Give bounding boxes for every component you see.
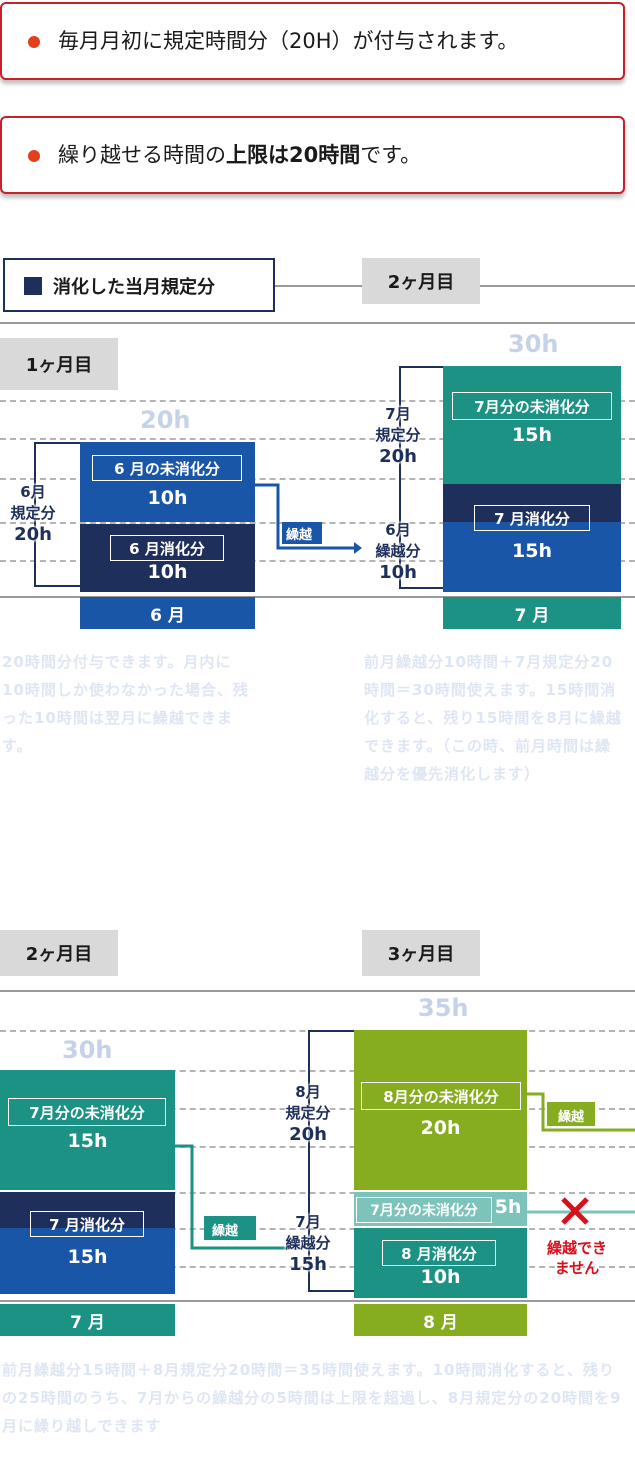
panel1-arrow-label: 繰越 bbox=[286, 528, 313, 543]
bottom-note: 前月繰越分15時間＋8月規定分20時間＝35時間使えます。10時間消化すると、残… bbox=[2, 1361, 622, 1435]
panel4-month: 8 月 bbox=[354, 1304, 527, 1336]
panel4-used-hours: 10h bbox=[420, 1266, 461, 1288]
panel4-prev-label: 7月分の未消化分 bbox=[356, 1197, 492, 1223]
panel1-carry-arrow bbox=[255, 483, 362, 554]
panel3-used-hours: 15h bbox=[67, 1246, 108, 1268]
panel2-used-label: 7 月消化分 bbox=[474, 505, 590, 531]
panel1-unused-hours: 10h bbox=[147, 487, 188, 509]
cannot-carry-text: 繰越でき ません bbox=[546, 1239, 607, 1277]
panel4-prev-hours: 5h bbox=[494, 1196, 522, 1218]
panel1-month: 6 月 bbox=[80, 597, 255, 629]
panel3-tag: 2ヶ月目 bbox=[0, 930, 118, 976]
divider bbox=[0, 322, 635, 324]
panel1-note: 20時間分付与できます。月内に10時間しか使わなかった場合、残った10時間は翌月… bbox=[2, 653, 249, 755]
bracket-tick bbox=[399, 587, 443, 589]
divider bbox=[0, 990, 635, 992]
cancel-x-icon bbox=[527, 1197, 635, 1225]
panel2-unused-label: 7月分の未消化分 bbox=[452, 392, 612, 420]
panel2-month: 7 月 bbox=[443, 597, 621, 629]
notice-text-1: 毎月月初に規定時間分（20H）が付与されます。 bbox=[58, 29, 519, 53]
panel3-unused-hours: 15h bbox=[67, 1130, 108, 1152]
notice-box-2: 繰り越せる時間の上限は20時間です。 bbox=[0, 116, 625, 194]
baseline bbox=[0, 1300, 635, 1302]
bullet-icon bbox=[28, 36, 40, 48]
panel2-tag: 2ヶ月目 bbox=[362, 258, 480, 304]
panel2-side-label-b: 6月 繰越分 10h bbox=[375, 521, 421, 583]
panel3-total: 30h bbox=[62, 1036, 113, 1064]
panel1-unused-block bbox=[80, 442, 255, 522]
panel3-month: 7 月 bbox=[0, 1304, 175, 1336]
legend-label: 消化した当月規定分 bbox=[53, 277, 215, 298]
panel3-unused-label: 7月分の未消化分 bbox=[8, 1098, 166, 1126]
panel1-total: 20h bbox=[140, 406, 191, 434]
panel4-used-label: 8 月消化分 bbox=[382, 1240, 496, 1266]
panel1-used-label: 6 月消化分 bbox=[110, 535, 224, 561]
panel4-side-label-b: 7月 繰越分 15h bbox=[285, 1213, 331, 1275]
divider bbox=[466, 285, 635, 287]
bracket-tick bbox=[34, 585, 80, 587]
panel4-tag: 3ヶ月目 bbox=[362, 930, 480, 976]
bracket-tick bbox=[34, 442, 80, 444]
panel4-total: 35h bbox=[418, 994, 469, 1022]
panel2-side-label-a: 7月 規定分 20h bbox=[375, 405, 421, 467]
panel2-used-hours: 15h bbox=[512, 540, 552, 562]
panel3-arrow-label: 繰越 bbox=[212, 1224, 239, 1239]
panel1-tag: 1ヶ月目 bbox=[0, 338, 118, 390]
panel4-arrow-label: 繰越 bbox=[558, 1110, 585, 1125]
notice-box-1: 毎月月初に規定時間分（20H）が付与されます。 bbox=[0, 2, 625, 80]
legend: 消化した当月規定分 bbox=[3, 258, 275, 312]
divider bbox=[270, 285, 370, 287]
notice-text-2: 繰り越せる時間の上限は20時間です。 bbox=[58, 143, 422, 167]
legend-swatch bbox=[24, 277, 42, 295]
bullet-icon bbox=[28, 150, 40, 162]
panel4-side-label-a: 8月 規定分 20h bbox=[285, 1083, 331, 1145]
panel4-unused-block bbox=[354, 1030, 527, 1190]
panel2-note: 前月繰越分10時間＋7月規定分20時間＝30時間使えます。15時間消化すると、残… bbox=[364, 653, 622, 783]
bracket-tick bbox=[308, 1290, 354, 1292]
panel3-used-label: 7 月消化分 bbox=[30, 1211, 144, 1237]
panel4-unused-label: 8月分の未消化分 bbox=[361, 1082, 521, 1110]
panel4-unused-hours: 20h bbox=[420, 1117, 461, 1139]
panel1-used-hours: 10h bbox=[147, 561, 188, 583]
bracket-tick bbox=[308, 1030, 354, 1032]
panel2-total: 30h bbox=[508, 330, 559, 358]
panel2-unused-hours: 15h bbox=[512, 424, 552, 446]
panel1-side-label: 6月 規定分 20h bbox=[10, 483, 56, 545]
bracket-tick bbox=[399, 366, 443, 368]
panel1-unused-label: 6 月の未消化分 bbox=[92, 455, 242, 481]
